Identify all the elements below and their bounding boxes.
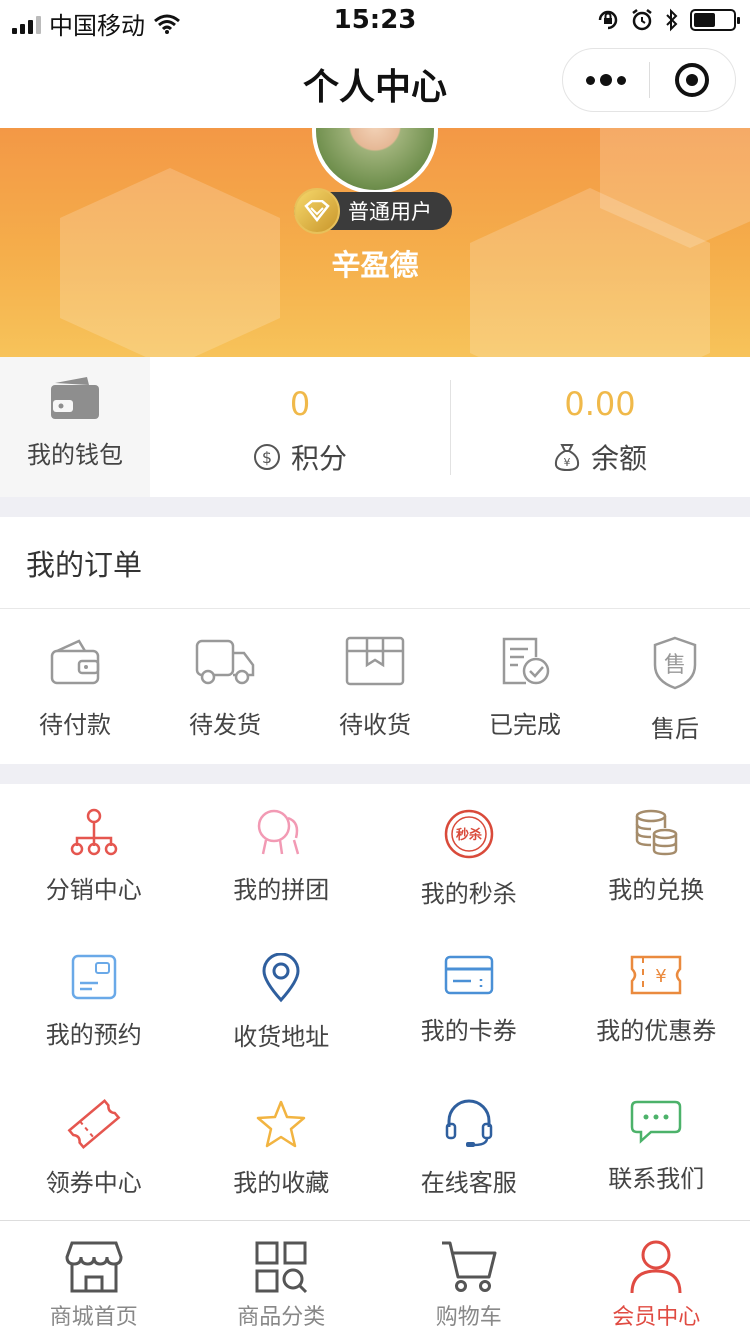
tab-categories[interactable]: 商品分类 (188, 1221, 376, 1334)
username: 辛盈德 (331, 248, 419, 282)
star-icon (257, 1100, 306, 1147)
service-distribution-center[interactable]: 分销中心 (0, 784, 188, 929)
order-pending-payment[interactable]: 待付款 (0, 609, 150, 744)
svg-text:秒杀: 秒杀 (456, 827, 482, 843)
tab-home[interactable]: 商城首页 (0, 1221, 188, 1334)
svg-text:¥: ¥ (563, 456, 570, 469)
user-icon (630, 1240, 682, 1294)
miniprogram-capsule (562, 48, 736, 112)
cart-icon (441, 1241, 497, 1292)
wallet-icon (50, 639, 100, 685)
coupon-icon: ¥ (631, 956, 682, 995)
balance-label: 余额 (590, 442, 647, 475)
order-pending-receipt[interactable]: 待收货 (300, 609, 450, 744)
member-level-badge: 普通用户 (294, 188, 452, 234)
services-grid: 分销中心 我的拼团 秒杀 我的秒杀 我的兑换 我的预约 收货地址 我的卡券 ¥ … (0, 784, 750, 1220)
target-icon (675, 63, 710, 97)
wallet-icon (51, 377, 99, 419)
svg-text:¥: ¥ (656, 966, 667, 987)
headset-icon (445, 1099, 492, 1147)
alarm-icon (632, 9, 652, 31)
profile-banner: 普通用户 辛盈德 (0, 128, 750, 357)
order-completed[interactable]: 已完成 (450, 609, 600, 744)
my-wallet-button[interactable]: 我的钱包 (0, 357, 150, 497)
service-coupons[interactable]: ¥ 我的优惠券 (563, 929, 750, 1074)
service-online-support[interactable]: 在线客服 (375, 1075, 563, 1220)
points-label: 积分 (290, 442, 347, 475)
location-icon (262, 953, 300, 1003)
group-icon (258, 809, 300, 855)
svg-text:$: $ (262, 448, 272, 467)
service-flash-sale[interactable]: 秒杀 我的秒杀 (375, 784, 563, 929)
wallet-section: 我的钱包 0 $ 积分 0.00 ¥ 余额 (0, 357, 750, 497)
navigation-bar: 个人中心 (0, 40, 750, 128)
chat-icon (631, 1100, 682, 1144)
stats-divider (450, 380, 451, 475)
order-after-sales[interactable]: 售 售后 (600, 609, 750, 744)
balance-stat[interactable]: 0.00 ¥ 余额 (450, 357, 750, 497)
service-exchange[interactable]: 我的兑换 (563, 784, 750, 929)
service-group-buy[interactable]: 我的拼团 (188, 784, 376, 929)
points-value: 0 (289, 385, 311, 423)
wallet-label: 我的钱包 (27, 441, 123, 469)
shield-icon: 售 (653, 636, 697, 690)
bottom-tab-bar: 商城首页 商品分类 购物车 会员中心 (0, 1220, 750, 1334)
avatar[interactable] (312, 128, 438, 194)
points-stat[interactable]: 0 $ 积分 (150, 357, 450, 497)
truck-icon (195, 639, 255, 685)
orders-header[interactable]: 我的订单 (0, 517, 750, 609)
voucher-icon (67, 1098, 121, 1149)
shop-icon (65, 1241, 123, 1293)
orders-section: 我的订单 待付款 待发货 待收货 已完成 售 售后 (0, 517, 750, 764)
checklist-icon (502, 637, 550, 685)
money-bag-icon: ¥ (554, 444, 580, 472)
close-miniprogram-button[interactable] (650, 49, 736, 111)
status-bar: 中国移动 15:23 (0, 0, 750, 40)
svg-text:售: 售 (664, 653, 686, 678)
network-icon (70, 808, 117, 856)
rotation-lock-icon (598, 10, 618, 30)
more-dots-icon (585, 74, 626, 86)
dollar-circle-icon: $ (253, 444, 280, 470)
ticket-card-icon (444, 956, 493, 995)
flash-sale-icon: 秒杀 (444, 809, 493, 859)
orders-title: 我的订单 (26, 547, 143, 582)
service-shipping-address[interactable]: 收货地址 (188, 929, 376, 1074)
battery-icon (690, 9, 740, 31)
tab-cart[interactable]: 购物车 (375, 1221, 563, 1334)
more-button[interactable] (563, 49, 649, 111)
order-pending-shipment[interactable]: 待发货 (150, 609, 300, 744)
service-coupon-center[interactable]: 领券中心 (0, 1075, 188, 1220)
vip-diamond-icon (294, 188, 340, 234)
bluetooth-icon (666, 8, 678, 32)
service-card-vouchers[interactable]: 我的卡券 (375, 929, 563, 1074)
package-icon (345, 636, 405, 686)
coins-icon (636, 809, 678, 856)
tab-member-center[interactable]: 会员中心 (563, 1221, 750, 1334)
card-icon (71, 955, 116, 1000)
balance-value: 0.00 (564, 385, 636, 423)
category-icon (255, 1241, 308, 1294)
service-contact-us[interactable]: 联系我们 (563, 1075, 750, 1220)
member-level-label: 普通用户 (348, 200, 432, 224)
service-appointment[interactable]: 我的预约 (0, 929, 188, 1074)
service-favorites[interactable]: 我的收藏 (188, 1075, 376, 1220)
